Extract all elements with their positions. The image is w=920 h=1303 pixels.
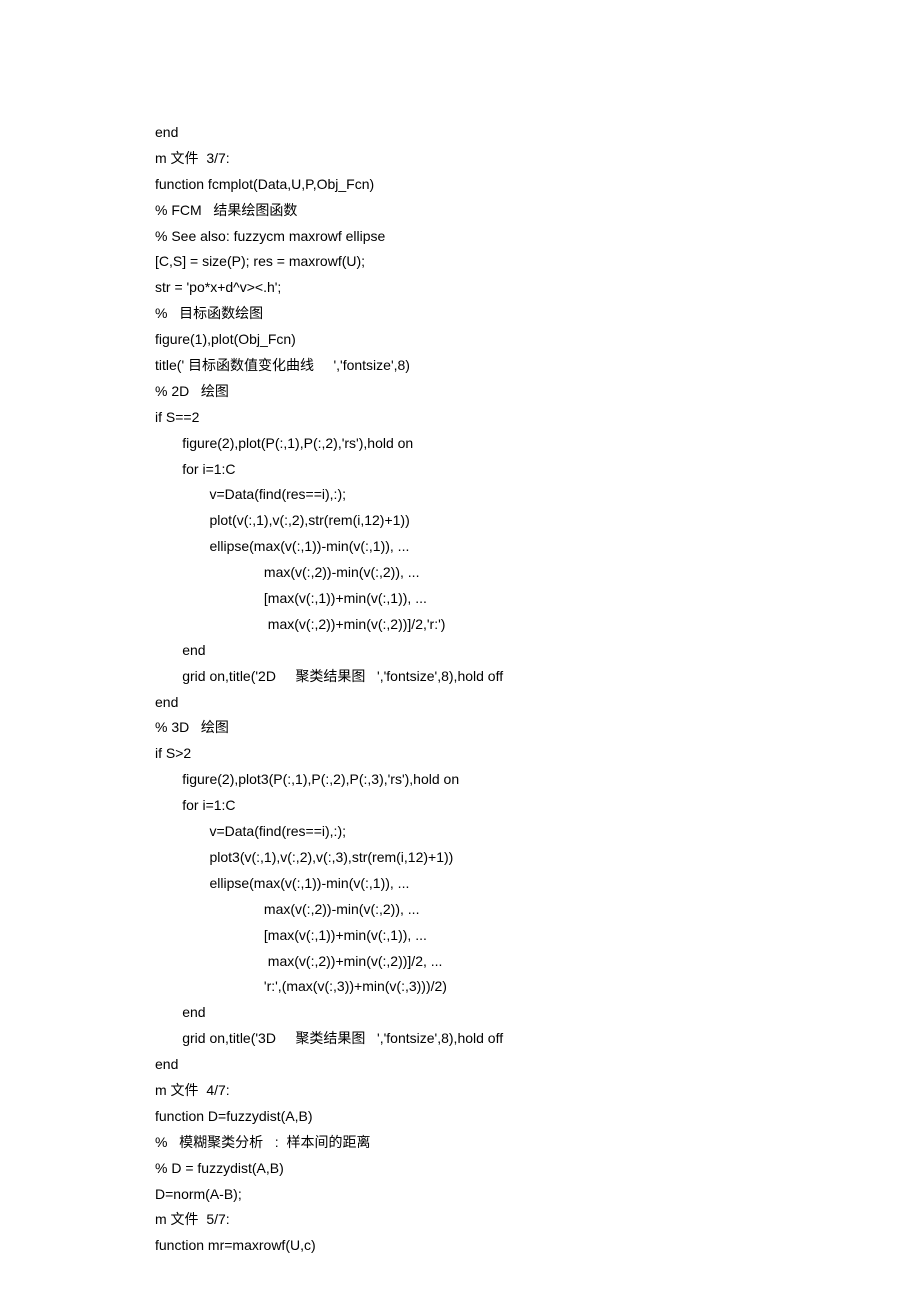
code-line: v=Data(find(res==i),:);: [155, 482, 920, 508]
code-line: if S==2: [155, 405, 920, 431]
code-line: m 文件 3/7:: [155, 146, 920, 172]
code-line: max(v(:,2))-min(v(:,2)), ...: [155, 897, 920, 923]
code-line: figure(2),plot3(P(:,1),P(:,2),P(:,3),'rs…: [155, 767, 920, 793]
code-line: function mr=maxrowf(U,c): [155, 1233, 920, 1259]
code-line: if S>2: [155, 741, 920, 767]
code-line: grid on,title('3D 聚类结果图 ','fontsize',8),…: [155, 1026, 920, 1052]
code-line: plot3(v(:,1),v(:,2),v(:,3),str(rem(i,12)…: [155, 845, 920, 871]
code-line: [max(v(:,1))+min(v(:,1)), ...: [155, 586, 920, 612]
code-line: % 目标函数绘图: [155, 301, 920, 327]
code-line: [C,S] = size(P); res = maxrowf(U);: [155, 249, 920, 275]
code-line: end: [155, 1000, 920, 1026]
code-line: end: [155, 120, 920, 146]
code-line: title(' 目标函数值变化曲线 ','fontsize',8): [155, 353, 920, 379]
code-line: str = 'po*x+d^v><.h';: [155, 275, 920, 301]
code-line: end: [155, 1052, 920, 1078]
code-line: % 3D 绘图: [155, 715, 920, 741]
code-line: figure(1),plot(Obj_Fcn): [155, 327, 920, 353]
code-line: m 文件 5/7:: [155, 1207, 920, 1233]
code-line: end: [155, 638, 920, 664]
code-line: v=Data(find(res==i),:);: [155, 819, 920, 845]
code-line: % 2D 绘图: [155, 379, 920, 405]
code-line: max(v(:,2))-min(v(:,2)), ...: [155, 560, 920, 586]
code-line: % 模糊聚类分析 : 样本间的距离: [155, 1130, 920, 1156]
code-line: for i=1:C: [155, 793, 920, 819]
code-line: function D=fuzzydist(A,B): [155, 1104, 920, 1130]
code-line: function fcmplot(Data,U,P,Obj_Fcn): [155, 172, 920, 198]
code-line: ellipse(max(v(:,1))-min(v(:,1)), ...: [155, 871, 920, 897]
code-line: % FCM 结果绘图函数: [155, 198, 920, 224]
code-line: D=norm(A-B);: [155, 1182, 920, 1208]
code-line: 'r:',(max(v(:,3))+min(v(:,3)))/2): [155, 974, 920, 1000]
code-line: ellipse(max(v(:,1))-min(v(:,1)), ...: [155, 534, 920, 560]
code-line: % See also: fuzzycm maxrowf ellipse: [155, 224, 920, 250]
code-line: for i=1:C: [155, 457, 920, 483]
code-line: grid on,title('2D 聚类结果图 ','fontsize',8),…: [155, 664, 920, 690]
code-line: max(v(:,2))+min(v(:,2))]/2,'r:'): [155, 612, 920, 638]
code-line: figure(2),plot(P(:,1),P(:,2),'rs'),hold …: [155, 431, 920, 457]
code-line: [max(v(:,1))+min(v(:,1)), ...: [155, 923, 920, 949]
code-line: m 文件 4/7:: [155, 1078, 920, 1104]
document-page: end m 文件 3/7: function fcmplot(Data,U,P,…: [0, 0, 920, 1303]
code-line: end: [155, 690, 920, 716]
code-line: max(v(:,2))+min(v(:,2))]/2, ...: [155, 949, 920, 975]
code-line: plot(v(:,1),v(:,2),str(rem(i,12)+1)): [155, 508, 920, 534]
code-line: % D = fuzzydist(A,B): [155, 1156, 920, 1182]
